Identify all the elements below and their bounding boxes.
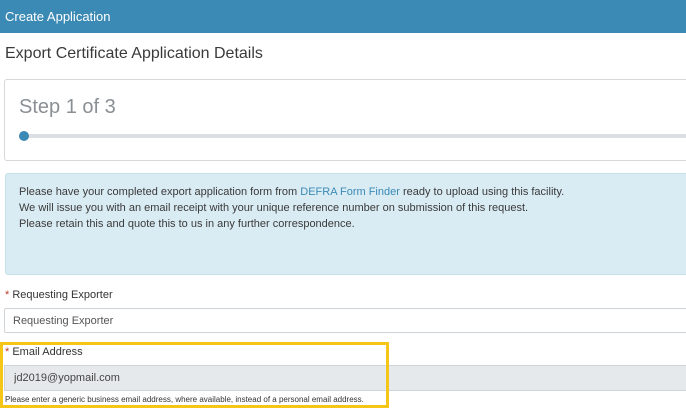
progress-handle[interactable] [19, 131, 29, 141]
info-line-2: We will issue you with an email receipt … [19, 202, 529, 214]
info-box: Please have your completed export applic… [5, 173, 686, 275]
section-title: Export Certificate Application Details [5, 45, 263, 62]
defra-form-finder-link[interactable]: DEFRA Form Finder [300, 186, 400, 198]
step-title: Step 1 of 3 [19, 96, 116, 118]
requesting-exporter-input[interactable] [4, 308, 686, 333]
progress-track [23, 134, 686, 138]
header-title: Create Application [5, 9, 111, 24]
app-header: Create Application [0, 0, 686, 33]
email-address-input[interactable] [4, 365, 686, 391]
required-marker: * [5, 289, 10, 301]
required-marker: * [5, 346, 10, 358]
step-card: Step 1 of 3 [4, 79, 686, 161]
info-line-1: Please have your completed export applic… [19, 186, 565, 198]
exporter-label: * Requesting Exporter [5, 289, 113, 301]
email-label: * Email Address [5, 346, 83, 358]
email-help-text: Please enter a generic business email ad… [5, 395, 364, 404]
info-line-3: Please retain this and quote this to us … [19, 218, 355, 230]
